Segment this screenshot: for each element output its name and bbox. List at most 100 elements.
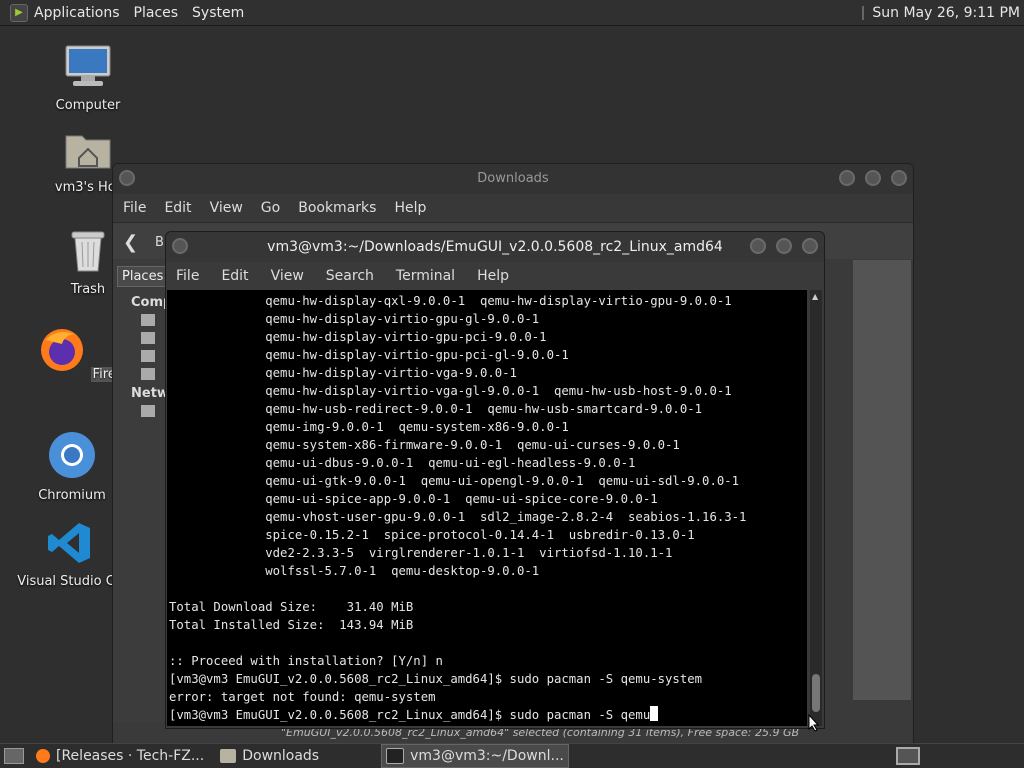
taskbar: [Releases · Tech-FZ... Downloads vm3@vm3… — [0, 743, 1024, 768]
downloads-sidebar: Places Comp Netw — [113, 260, 173, 740]
desktop-icon-vscode[interactable]: Visual Studio Co — [14, 520, 126, 589]
menu-go[interactable]: Go — [261, 200, 280, 216]
top-menu: Applications Places System — [34, 5, 258, 21]
terminal-line: qemu-img-9.0.0-1 qemu-system-x86-9.0.0-1 — [169, 420, 569, 434]
terminal-line: qemu-hw-display-virtio-vga-gl-9.0.0-1 qe… — [169, 384, 732, 398]
menu-file[interactable]: File — [123, 200, 146, 216]
terminal-output: qemu-hw-display-qxl-9.0.0-1 qemu-hw-disp… — [167, 290, 807, 724]
menu-system[interactable]: System — [192, 5, 244, 21]
top-panel: ▶ Applications Places System Sun May 26,… — [0, 0, 1024, 26]
clock-text: Sun May 26, 9:11 PM — [872, 4, 1020, 21]
menu-help[interactable]: Help — [394, 200, 426, 216]
back-arrow-icon[interactable]: ❮ — [123, 232, 138, 253]
sidebar-item[interactable] — [141, 350, 155, 362]
trash-icon — [71, 231, 105, 272]
terminal-line: :: Proceed with installation? [Y/n] n — [169, 654, 443, 668]
terminal-line: qemu-hw-display-qxl-9.0.0-1 qemu-hw-disp… — [169, 294, 732, 308]
terminal-line: qemu-ui-spice-app-9.0.0-1 qemu-ui-spice-… — [169, 492, 658, 506]
sidebar-item[interactable] — [141, 314, 155, 326]
terminal-line: spice-0.15.2-1 spice-protocol-0.14.4-1 u… — [169, 528, 695, 542]
places-label: Places — [122, 269, 164, 284]
terminal-line: qemu-hw-usb-redirect-9.0.0-1 qemu-hw-usb… — [169, 402, 703, 416]
sidebar-heading-network: Netw — [131, 386, 169, 401]
taskbar-item-label: Downloads — [242, 748, 320, 764]
terminal-scrollbar[interactable]: ▲ — [810, 290, 822, 726]
desktop-icon-label: Computer — [55, 98, 121, 113]
menu-file[interactable]: File — [176, 268, 199, 284]
terminal-line: vde2-2.3.3-5 virglrenderer-1.0.1-1 virti… — [169, 546, 673, 560]
mouse-pointer-icon — [808, 714, 820, 732]
computer-icon — [65, 45, 111, 86]
close-icon[interactable] — [891, 170, 907, 186]
terminal-line: qemu-ui-dbus-9.0.0-1 qemu-ui-egl-headles… — [169, 456, 636, 470]
sidebar-item[interactable] — [141, 332, 155, 344]
window-menu-icon[interactable] — [172, 238, 188, 254]
firefox-icon — [36, 749, 50, 763]
menu-view[interactable]: View — [210, 200, 243, 216]
taskbar-item-label: [Releases · Tech-FZ... — [56, 748, 205, 764]
terminal-title: vm3@vm3:~/Downloads/EmuGUI_v2.0.0.5608_r… — [166, 232, 824, 262]
clock[interactable]: Sun May 26, 9:11 PM — [862, 0, 1020, 25]
taskbar-item-terminal[interactable]: vm3@vm3:~/Downl... — [381, 744, 569, 768]
taskbar-item-downloads[interactable]: Downloads — [216, 745, 323, 767]
taskbar-item-firefox[interactable]: [Releases · Tech-FZ... — [32, 745, 208, 767]
close-icon[interactable] — [802, 238, 818, 254]
terminal-line: qemu-hw-display-virtio-vga-9.0.0-1 — [169, 366, 517, 380]
terminal-line: error: target not found: qemu-system — [169, 690, 436, 704]
terminal-line: qemu-system-x86-firmware-9.0.0-1 qemu-ui… — [169, 438, 680, 452]
menu-view[interactable]: View — [271, 268, 304, 284]
places-dropdown[interactable]: Places — [117, 266, 167, 287]
terminal-line: qemu-hw-display-virtio-gpu-pci-9.0.0-1 — [169, 330, 547, 344]
menu-help[interactable]: Help — [477, 268, 509, 284]
downloads-menubar: File Edit View Go Bookmarks Help — [113, 194, 913, 222]
desktop-icon-label: Visual Studio Co — [17, 574, 123, 589]
terminal-icon — [386, 748, 405, 764]
show-desktop-icon[interactable] — [4, 748, 24, 764]
sidebar-item[interactable] — [141, 368, 155, 380]
menu-search[interactable]: Search — [326, 268, 374, 284]
downloads-file-area[interactable] — [853, 260, 911, 700]
taskbar-item-label: vm3@vm3:~/Downl... — [410, 748, 564, 764]
desktop-icon-chromium[interactable]: Chromium — [22, 430, 122, 503]
workspace-switcher[interactable] — [896, 747, 920, 765]
terminal-menubar: File Edit View Search Terminal Help — [166, 262, 824, 290]
minimize-icon[interactable] — [750, 238, 766, 254]
terminal-prompt-line[interactable]: [vm3@vm3 EmuGUI_v2.0.0.5608_rc2_Linux_am… — [169, 708, 650, 722]
firefox-icon — [41, 329, 84, 371]
desktop-icon-label: Chromium — [38, 488, 106, 503]
terminal-line: [vm3@vm3 EmuGUI_v2.0.0.5608_rc2_Linux_am… — [169, 672, 703, 686]
scroll-up-icon[interactable]: ▲ — [812, 292, 818, 301]
menu-bookmarks[interactable]: Bookmarks — [298, 200, 376, 216]
panel-separator — [862, 5, 865, 20]
terminal-line: Total Download Size: 31.40 MiB — [169, 600, 414, 614]
menu-edit[interactable]: Edit — [164, 200, 191, 216]
desktop-icon-computer[interactable]: Computer — [38, 44, 138, 113]
maximize-icon[interactable] — [776, 238, 792, 254]
terminal-line: qemu-ui-gtk-9.0.0-1 qemu-ui-opengl-9.0.0… — [169, 474, 740, 488]
home-folder-icon — [65, 135, 111, 169]
chromium-icon — [49, 432, 95, 478]
terminal-line: qemu-hw-display-virtio-gpu-pci-gl-9.0.0-… — [169, 348, 569, 362]
scrollbar-thumb[interactable] — [812, 674, 820, 712]
window-menu-icon[interactable] — [119, 170, 135, 186]
terminal-cursor — [650, 706, 659, 721]
back-button[interactable]: B — [155, 235, 164, 250]
terminal-line: qemu-vhost-user-gpu-9.0.0-1 sdl2_image-2… — [169, 510, 747, 524]
menu-applications[interactable]: Applications — [34, 5, 120, 21]
sidebar-item[interactable] — [141, 405, 155, 417]
terminal-line: Total Installed Size: 143.94 MiB — [169, 618, 414, 632]
maximize-icon[interactable] — [865, 170, 881, 186]
minimize-icon[interactable] — [839, 170, 855, 186]
menu-places[interactable]: Places — [134, 5, 179, 21]
terminal-window[interactable]: vm3@vm3:~/Downloads/EmuGUI_v2.0.0.5608_r… — [165, 231, 825, 729]
terminal-screen[interactable]: qemu-hw-display-qxl-9.0.0-1 qemu-hw-disp… — [167, 290, 807, 726]
menu-edit[interactable]: Edit — [221, 268, 248, 284]
applications-menu-icon[interactable]: ▶ — [10, 3, 28, 22]
vscode-icon — [48, 523, 90, 563]
sidebar-heading-computer: Comp — [131, 295, 173, 310]
menu-terminal[interactable]: Terminal — [396, 268, 455, 284]
terminal-line: wolfssl-5.7.0-1 qemu-desktop-9.0.0-1 — [169, 564, 540, 578]
folder-icon — [220, 749, 237, 763]
downloads-window-title: Downloads — [113, 164, 913, 194]
terminal-line: qemu-hw-display-virtio-gpu-gl-9.0.0-1 — [169, 312, 540, 326]
